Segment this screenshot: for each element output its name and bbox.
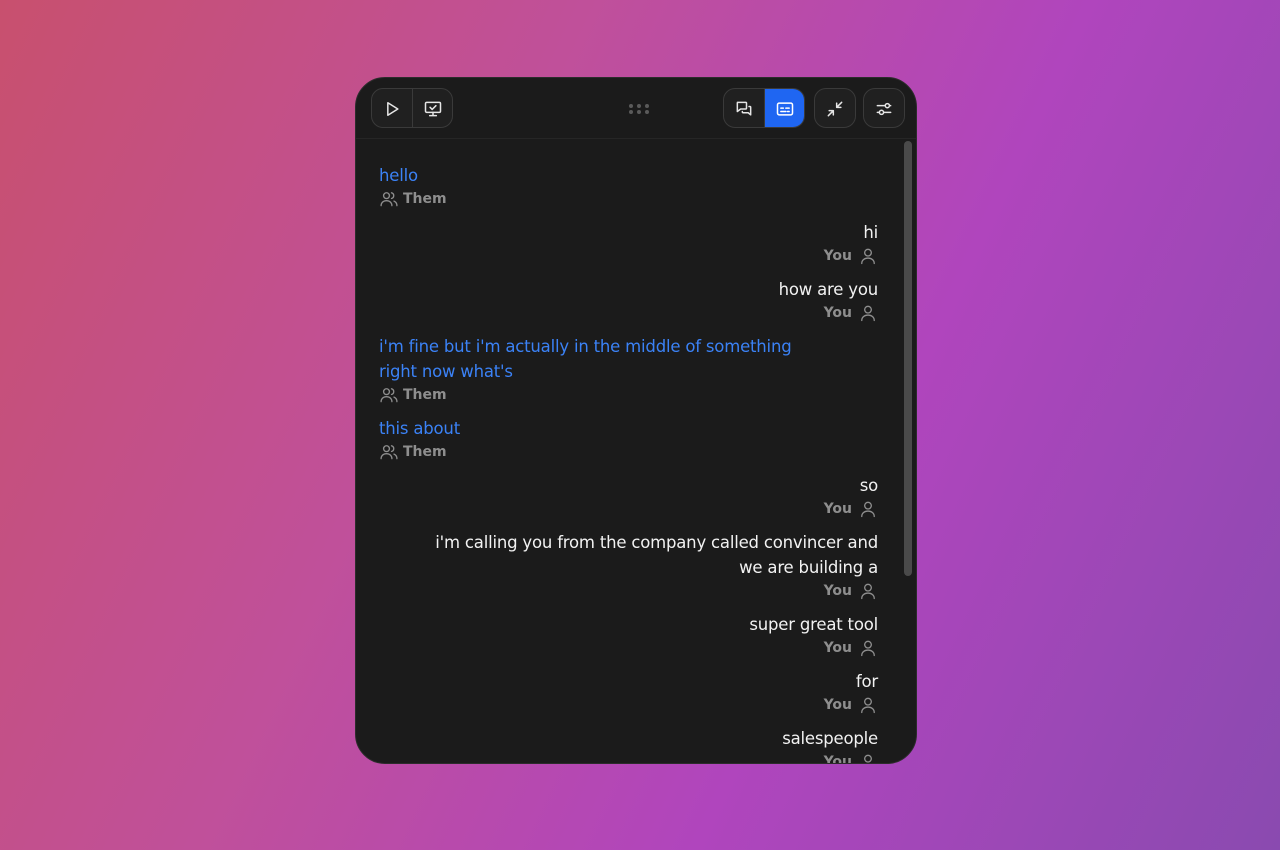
- message-you: for You: [379, 669, 878, 716]
- screen-share-button[interactable]: [412, 89, 452, 127]
- message-text: i'm calling you from the company called …: [435, 533, 878, 577]
- chat-bubbles-icon: [736, 101, 752, 116]
- user-icon: [861, 640, 875, 657]
- scrollbar-thumb[interactable]: [904, 141, 912, 576]
- speaker-label: Them: [379, 384, 878, 406]
- user-icon: [861, 501, 875, 518]
- speaker-label: You: [379, 694, 878, 716]
- chat-view-button[interactable]: [724, 89, 764, 127]
- speaker-name: You: [823, 640, 852, 656]
- message-text: super great tool: [749, 615, 878, 634]
- speaker-label: You: [379, 751, 878, 763]
- message-them: hello Them: [379, 163, 878, 210]
- message-text: so: [859, 476, 878, 495]
- transcript-panel: hello Them hi You how are you You i'm fi…: [355, 77, 917, 764]
- speaker-label: You: [379, 637, 878, 659]
- message-text: hello: [379, 166, 418, 185]
- minimize-control: [814, 88, 856, 128]
- captions-icon: [776, 102, 793, 116]
- users-icon: [380, 388, 398, 403]
- message-you: salespeople You: [379, 726, 878, 763]
- settings-button[interactable]: [864, 89, 904, 127]
- message-them: i'm fine but i'm actually in the middle …: [379, 334, 878, 406]
- settings-control: [863, 88, 905, 128]
- play-button[interactable]: [372, 89, 412, 127]
- sliders-icon: [876, 102, 892, 116]
- message-you: how are you You: [379, 277, 878, 324]
- speaker-name: You: [823, 697, 852, 713]
- user-icon: [861, 583, 875, 600]
- message-them: this about Them: [379, 416, 878, 463]
- speaker-name: You: [823, 305, 852, 321]
- speaker-name: Them: [403, 444, 447, 460]
- message-text: this about: [379, 419, 460, 438]
- speaker-label: You: [379, 302, 878, 324]
- message-text: hi: [863, 223, 878, 242]
- minimize-arrows-icon: [827, 101, 843, 117]
- speaker-name: You: [823, 583, 852, 599]
- speaker-label: Them: [379, 188, 878, 210]
- message-you: i'm calling you from the company called …: [379, 530, 878, 602]
- monitor-check-icon: [424, 101, 441, 117]
- message-list[interactable]: hello Them hi You how are you You i'm fi…: [356, 139, 916, 763]
- captions-view-button[interactable]: [764, 89, 804, 127]
- view-toggle: [723, 88, 805, 128]
- speaker-label: Them: [379, 441, 878, 463]
- message-you: super great tool You: [379, 612, 878, 659]
- speaker-label: You: [379, 245, 878, 267]
- speaker-label: You: [379, 580, 878, 602]
- speaker-name: Them: [403, 387, 447, 403]
- message-text: i'm fine but i'm actually in the middle …: [379, 337, 792, 381]
- message-text: how are you: [778, 280, 879, 299]
- speaker-name: You: [823, 501, 852, 517]
- media-controls: [371, 88, 453, 128]
- message-you: hi You: [379, 220, 878, 267]
- speaker-name: Them: [403, 191, 447, 207]
- message-text: for: [855, 672, 878, 691]
- users-icon: [380, 445, 398, 460]
- user-icon: [861, 697, 875, 714]
- play-icon: [387, 102, 399, 116]
- user-icon: [861, 305, 875, 322]
- speaker-name: You: [823, 248, 852, 264]
- speaker-label: You: [379, 498, 878, 520]
- toolbar: [356, 78, 916, 139]
- message-you: so You: [379, 473, 878, 520]
- speaker-name: You: [823, 754, 852, 763]
- users-icon: [380, 192, 398, 207]
- minimize-button[interactable]: [815, 89, 855, 127]
- drag-dots-icon[interactable]: [628, 103, 650, 115]
- user-icon: [861, 248, 875, 265]
- user-icon: [864, 754, 872, 763]
- message-text: salespeople: [782, 729, 878, 748]
